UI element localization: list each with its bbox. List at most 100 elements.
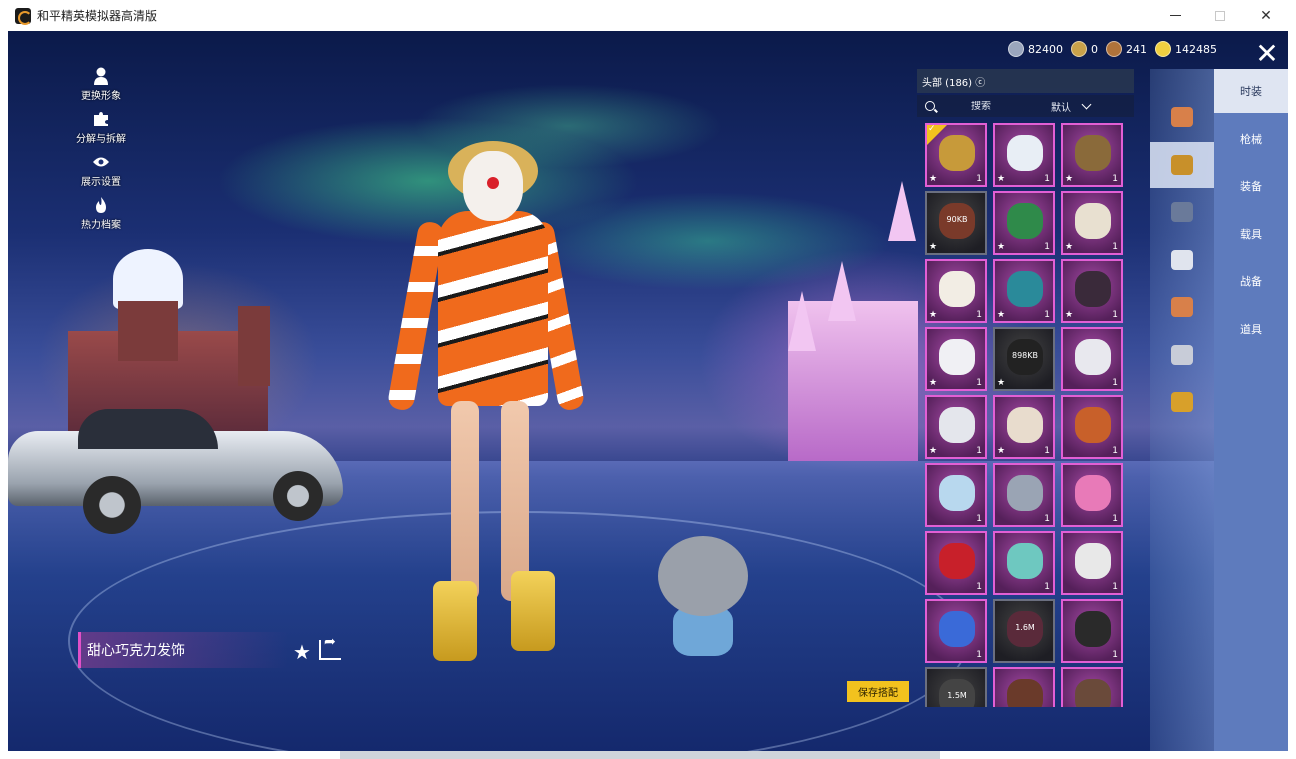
inventory-item[interactable]: ★1 [1061,259,1123,323]
item-quantity: 1 [1112,582,1118,592]
game-viewport[interactable]: 82400 0 241 142485 ✕ 更换形象 分解与拆解 展示设置 热力档… [8,31,1288,751]
inventory-item[interactable]: 1 [1061,395,1123,459]
minimize-icon [1169,15,1181,16]
change-appearance-button[interactable]: 更换形象 [66,67,136,102]
menu-label: 热力档案 [81,220,121,231]
currency-bar: 82400 0 241 142485 [1008,40,1225,58]
inventory-item[interactable]: ★1 [1061,123,1123,187]
share-icon[interactable] [319,634,341,660]
item-quantity: 1 [1112,310,1118,320]
inventory-item[interactable]: ★1 [925,259,987,323]
inventory-item[interactable]: 1 [1061,463,1123,527]
star-icon: ★ [997,446,1006,456]
sub-category-hat[interactable] [1150,141,1214,188]
tab-0[interactable]: 时装 [1214,69,1288,113]
currency-gold[interactable]: 142485 [1155,41,1217,57]
item-thumbnail [1007,135,1043,171]
item-thumbnail [1007,203,1043,239]
tab-2[interactable]: 装备 [1214,164,1288,208]
download-size: 898KB [1011,351,1038,360]
currency-silver[interactable]: 82400 [1008,41,1063,57]
menu-label: 展示设置 [81,177,121,188]
category-title: 头部 (186) ⓒ [922,77,986,89]
inventory-item[interactable]: 1 [993,463,1055,527]
inventory-item[interactable]: ★1 [925,123,987,187]
inventory-item[interactable]: ★1 [925,395,987,459]
gold-coin-icon [1155,41,1171,57]
display-settings-button[interactable]: 展示设置 [66,153,136,188]
item-quantity: 1 [976,378,982,388]
sub-category-chest[interactable] [1150,332,1214,378]
sort-dropdown[interactable]: 默认 [1051,99,1092,114]
decompose-button[interactable]: 分解与拆解 [66,110,136,145]
inventory-item[interactable] [1061,667,1123,707]
pet-companion[interactable] [653,536,753,666]
maximize-icon [1215,10,1225,21]
close-panel-button[interactable]: ✕ [1250,36,1284,70]
maximize-button[interactable] [1197,0,1243,31]
inventory-item[interactable] [993,667,1055,707]
currency-token[interactable]: 0 [1071,41,1098,57]
item-quantity: 1 [1044,174,1050,184]
search-input[interactable] [971,100,1041,112]
inventory-item[interactable]: 1 [925,599,987,663]
inventory-item[interactable]: 1.5M [925,667,987,707]
player-character[interactable] [383,141,586,661]
palace-spire [238,306,270,386]
currency-value: 82400 [1028,42,1063,56]
app-window: 和平精英模拟器高清版 ✕ 82400 0 241 142485 ✕ 更换形象 分… [0,0,1296,759]
inventory-item[interactable]: 1 [925,463,987,527]
inventory-item[interactable]: ★1 [993,259,1055,323]
sub-category-mask[interactable] [1150,237,1214,283]
item-quantity: 1 [976,310,982,320]
currency-medal[interactable]: 241 [1106,41,1147,57]
inventory-item[interactable]: ★1 [993,395,1055,459]
heat-profile-button[interactable]: 热力档案 [66,196,136,231]
tab-4[interactable]: 战备 [1214,259,1288,303]
star-icon: ★ [997,310,1006,320]
inventory-item[interactable]: 1 [1061,599,1123,663]
item-quantity: 1 [1112,242,1118,252]
hair-icon [1171,107,1193,127]
inventory-item[interactable]: 90KB ★ [925,191,987,255]
star-icon: ★ [929,174,938,184]
inventory-item[interactable]: 1 [1061,327,1123,391]
car-wheel [273,471,323,521]
chevron-down-icon [1081,99,1092,109]
item-thumbnail [1075,475,1111,511]
tab-1[interactable]: 枪械 [1214,117,1288,161]
star-icon: ★ [1065,174,1074,184]
star-icon: ★ [997,242,1006,252]
sub-category-hair[interactable] [1150,94,1214,140]
medal-icon [1106,41,1122,57]
inventory-item[interactable]: ★1 [925,327,987,391]
close-window-button[interactable]: ✕ [1243,0,1289,31]
favorite-star-icon[interactable]: ★ [293,640,311,664]
item-thumbnail [1075,271,1111,307]
star-icon: ★ [997,378,1006,388]
castle-spire [788,291,816,351]
flame-icon [92,196,110,214]
inventory-item[interactable]: ★1 [993,123,1055,187]
inventory-item[interactable]: ★1 [1061,191,1123,255]
sub-category-accessory[interactable] [1150,379,1214,425]
sports-car [8,401,348,534]
glasses-icon [1171,202,1193,222]
item-thumbnail [1007,407,1043,443]
tab-3[interactable]: 载具 [1214,212,1288,256]
inventory-item[interactable]: 898KB ★ [993,327,1055,391]
inventory-item[interactable]: ★1 [993,191,1055,255]
inventory-item[interactable]: 1 [993,531,1055,595]
item-thumbnail [1007,679,1043,707]
inventory-item[interactable]: 1.6M [993,599,1055,663]
close-icon: ✕ [1260,7,1272,24]
inventory-item[interactable]: 1 [1061,531,1123,595]
coin-icon [1008,41,1024,57]
sub-category-glasses[interactable] [1150,189,1214,235]
save-outfit-button[interactable]: 保存搭配 [847,681,909,702]
item-thumbnail [1007,271,1043,307]
sub-category-face[interactable] [1150,284,1214,330]
tab-5[interactable]: 道具 [1214,307,1288,351]
inventory-item[interactable]: 1 [925,531,987,595]
minimize-button[interactable] [1152,0,1198,31]
